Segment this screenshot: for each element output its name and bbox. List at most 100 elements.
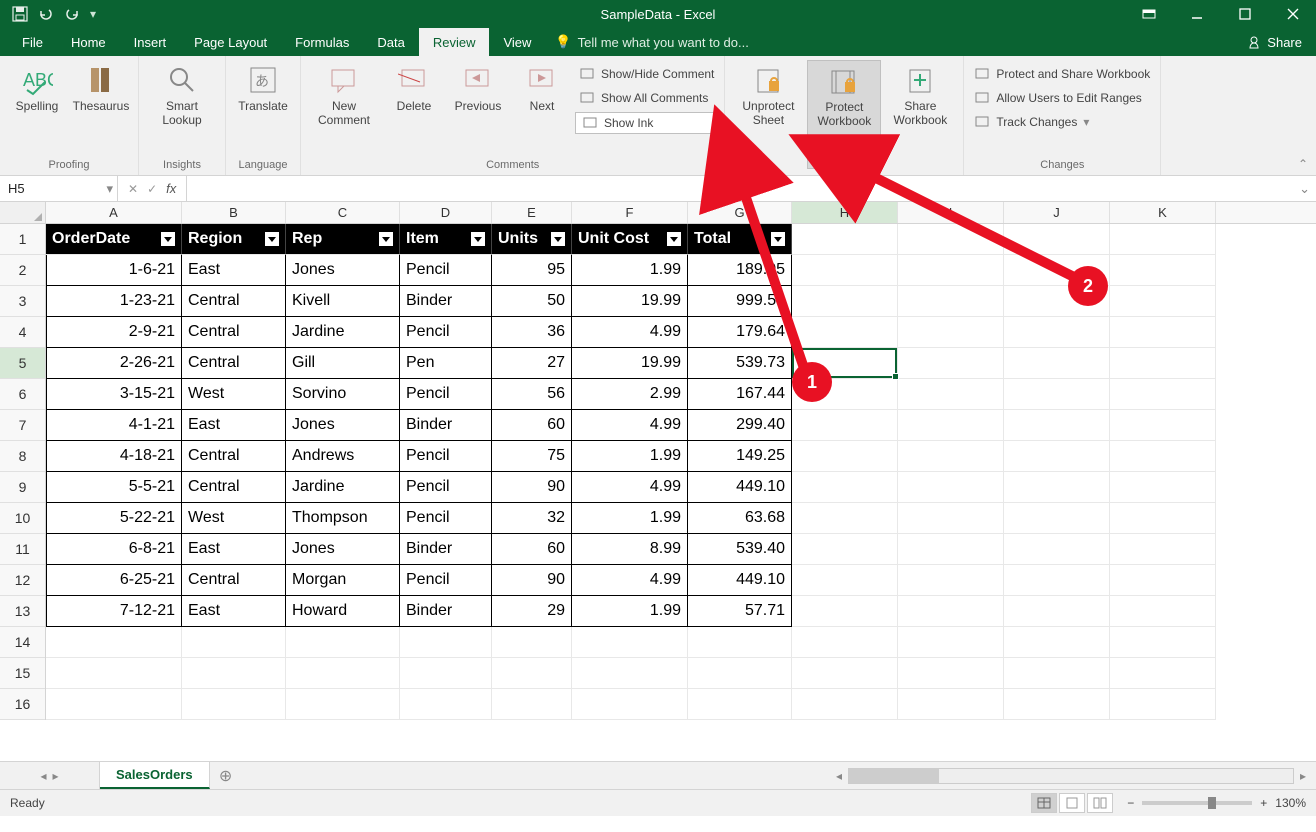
new-comment-button[interactable]: NewComment (307, 60, 381, 157)
next-button[interactable]: Next (511, 60, 573, 157)
filter-icon[interactable] (161, 232, 175, 246)
cell-J16[interactable] (1004, 689, 1110, 720)
cells-area[interactable]: OrderDateRegionRepItemUnitsUnit CostTota… (46, 224, 1216, 720)
sheet-tab-salesorders[interactable]: SalesOrders (100, 762, 210, 789)
cell-C6[interactable]: Sorvino (286, 379, 400, 410)
zoom-level[interactable]: 130% (1275, 796, 1306, 810)
cell-I7[interactable] (898, 410, 1004, 441)
cell-E16[interactable] (492, 689, 572, 720)
cell-C3[interactable]: Kivell (286, 286, 400, 317)
cell-A7[interactable]: 4-1-21 (46, 410, 182, 441)
cell-A16[interactable] (46, 689, 182, 720)
translate-button[interactable]: あTranslate (232, 60, 294, 157)
minimize-icon[interactable] (1174, 0, 1220, 28)
delete-button[interactable]: Delete (383, 60, 445, 157)
cell-E12[interactable]: 90 (492, 565, 572, 596)
cell-G16[interactable] (688, 689, 792, 720)
cell-C9[interactable]: Jardine (286, 472, 400, 503)
cell-C1[interactable]: Rep (286, 224, 400, 255)
cell-K9[interactable] (1110, 472, 1216, 503)
spreadsheet-grid[interactable]: ABCDEFGHIJK 12345678910111213141516 Orde… (0, 202, 1316, 762)
cell-I4[interactable] (898, 317, 1004, 348)
row-header-7[interactable]: 7 (0, 410, 45, 441)
zoom-in-icon[interactable]: + (1260, 796, 1267, 810)
cell-D16[interactable] (400, 689, 492, 720)
share-button[interactable]: Share (1235, 28, 1316, 56)
cell-E3[interactable]: 50 (492, 286, 572, 317)
cell-I9[interactable] (898, 472, 1004, 503)
cell-A9[interactable]: 5-5-21 (46, 472, 182, 503)
cell-H12[interactable] (792, 565, 898, 596)
cell-B12[interactable]: Central (182, 565, 286, 596)
cell-D9[interactable]: Pencil (400, 472, 492, 503)
row-header-6[interactable]: 6 (0, 379, 45, 410)
tab-formulas[interactable]: Formulas (281, 28, 363, 56)
row-header-15[interactable]: 15 (0, 658, 45, 689)
cell-A5[interactable]: 2-26-21 (46, 348, 182, 379)
filter-icon[interactable] (551, 232, 565, 246)
sheet-nav[interactable]: ◂ ▸ (0, 762, 100, 789)
cell-C11[interactable]: Jones (286, 534, 400, 565)
tab-file[interactable]: File (8, 28, 57, 56)
cell-G7[interactable]: 299.40 (688, 410, 792, 441)
show/hide-comment-button[interactable]: Show/Hide Comment (575, 64, 718, 84)
scroll-left-icon[interactable]: ◂ (830, 769, 848, 783)
spelling-button[interactable]: ABCSpelling (6, 60, 68, 157)
cell-E6[interactable]: 56 (492, 379, 572, 410)
row-header-9[interactable]: 9 (0, 472, 45, 503)
cell-B15[interactable] (182, 658, 286, 689)
row-header-16[interactable]: 16 (0, 689, 45, 720)
cell-G15[interactable] (688, 658, 792, 689)
cell-H3[interactable] (792, 286, 898, 317)
cell-F6[interactable]: 2.99 (572, 379, 688, 410)
cell-J14[interactable] (1004, 627, 1110, 658)
filter-icon[interactable] (265, 232, 279, 246)
cell-G12[interactable]: 449.10 (688, 565, 792, 596)
cell-K14[interactable] (1110, 627, 1216, 658)
filter-icon[interactable] (471, 232, 485, 246)
show-all-comments-button[interactable]: Show All Comments (575, 88, 718, 108)
cell-A11[interactable]: 6-8-21 (46, 534, 182, 565)
ribbon-display-icon[interactable] (1126, 0, 1172, 28)
cell-E10[interactable]: 32 (492, 503, 572, 534)
cell-E9[interactable]: 90 (492, 472, 572, 503)
cell-C7[interactable]: Jones (286, 410, 400, 441)
cell-I15[interactable] (898, 658, 1004, 689)
cell-I2[interactable] (898, 255, 1004, 286)
formula-input[interactable]: ⌄ (187, 176, 1316, 201)
cell-C2[interactable]: Jones (286, 255, 400, 286)
cell-I16[interactable] (898, 689, 1004, 720)
cell-B11[interactable]: East (182, 534, 286, 565)
cell-D3[interactable]: Binder (400, 286, 492, 317)
thesaurus-button[interactable]: Thesaurus (70, 60, 132, 157)
col-header-H[interactable]: H (792, 202, 898, 223)
cell-E1[interactable]: Units (492, 224, 572, 255)
cell-A4[interactable]: 2-9-21 (46, 317, 182, 348)
cell-E4[interactable]: 36 (492, 317, 572, 348)
cell-C14[interactable] (286, 627, 400, 658)
cell-I13[interactable] (898, 596, 1004, 627)
cell-K8[interactable] (1110, 441, 1216, 472)
cell-H2[interactable] (792, 255, 898, 286)
cell-J12[interactable] (1004, 565, 1110, 596)
previous-button[interactable]: Previous (447, 60, 509, 157)
cell-C13[interactable]: Howard (286, 596, 400, 627)
cell-G6[interactable]: 167.44 (688, 379, 792, 410)
cell-H15[interactable] (792, 658, 898, 689)
row-header-1[interactable]: 1 (0, 224, 45, 255)
row-header-8[interactable]: 8 (0, 441, 45, 472)
cell-K12[interactable] (1110, 565, 1216, 596)
cell-H11[interactable] (792, 534, 898, 565)
cell-K3[interactable] (1110, 286, 1216, 317)
cell-B5[interactable]: Central (182, 348, 286, 379)
cell-I3[interactable] (898, 286, 1004, 317)
cell-D10[interactable]: Pencil (400, 503, 492, 534)
cell-J7[interactable] (1004, 410, 1110, 441)
filter-icon[interactable] (771, 232, 785, 246)
row-header-13[interactable]: 13 (0, 596, 45, 627)
allow-users-to-edit-ranges-button[interactable]: Allow Users to Edit Ranges (970, 88, 1154, 108)
cell-G5[interactable]: 539.73 (688, 348, 792, 379)
cell-C15[interactable] (286, 658, 400, 689)
add-sheet-icon[interactable]: ⊕ (210, 762, 242, 789)
cell-H4[interactable] (792, 317, 898, 348)
